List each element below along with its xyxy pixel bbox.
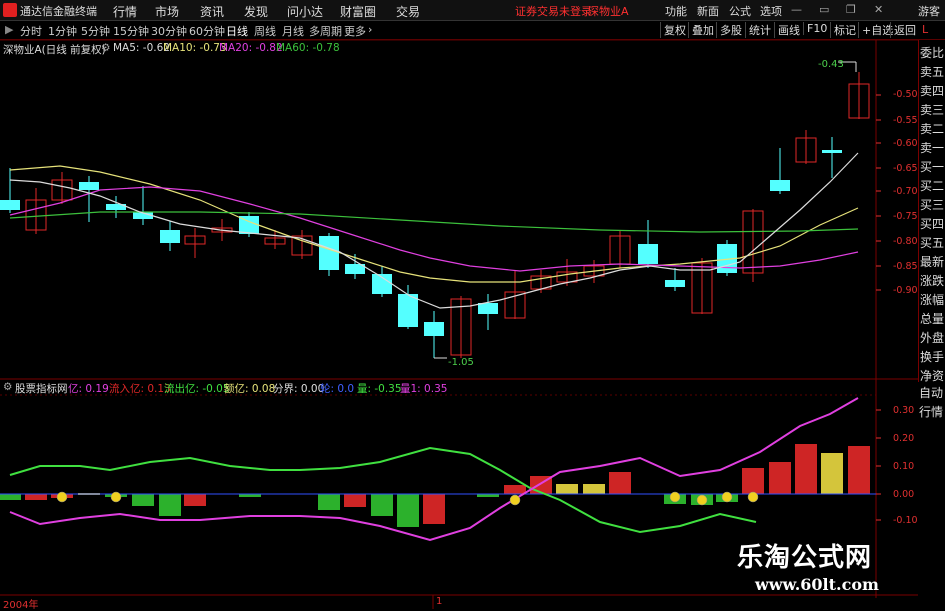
signal-smiley-icon [669,491,681,503]
side-item[interactable]: 买五 [919,234,945,253]
flow-bar [769,462,791,494]
flow-bar [184,494,206,506]
yi-value: 亿: 0.19 [68,383,109,395]
candle-body [424,322,444,336]
price-tick: -0.80 [893,236,918,247]
flow-bar [556,484,578,494]
side-item[interactable]: 买一 [919,158,945,177]
side-item[interactable]: 卖三 [919,101,945,120]
watermark-name: 乐淘公式网 [737,543,873,573]
volume1-value: 量1: 0.35 [400,383,448,395]
price-tick: -0.75 [893,211,918,222]
signal-smiley-icon [110,491,122,503]
low-annotation: -1.05 [448,357,474,368]
side-item[interactable]: 外盘 [919,329,945,348]
side-item[interactable]: 涨跌 [919,272,945,291]
flow-bar [318,494,340,510]
indicator-icon[interactable]: ⚙ [3,381,12,393]
flow-bar [609,472,631,494]
flow-bar [583,484,605,494]
candle-body [160,230,180,243]
candle-body [398,294,418,327]
ind-tick: -0.10 [893,515,918,526]
volume-value: 量: -0.35 [357,383,402,395]
outflow-value: 流出亿: -0.05 [164,383,230,395]
side-item[interactable]: 卖一 [919,139,945,158]
signal-smiley-icon [696,494,708,506]
flow-bar [0,494,21,500]
side-item[interactable]: 涨幅 [919,291,945,310]
candle-body [319,236,339,270]
boundary-value: 分界: 0.00 [273,383,325,395]
candle-body [478,303,498,314]
price-tick: -0.50 [893,89,918,100]
side-item[interactable]: 换手 [919,348,945,367]
price-tick: -0.90 [893,285,918,296]
time-marker: 1 [436,596,443,607]
candle-body [79,182,99,190]
flow-bar [504,485,526,494]
ma5-line [9,152,859,309]
price-tick: -0.55 [893,115,918,126]
quote-item[interactable]: 行情 [918,403,945,422]
flow-bar [25,494,47,500]
flow-bar [159,494,181,516]
signal-smiley-icon [747,491,759,503]
side-item[interactable]: 买二 [919,177,945,196]
flow-bar [848,446,870,494]
ind-tick: 0.30 [893,405,915,416]
candle-body [638,244,658,264]
flow-bar [742,468,764,494]
signal-smiley-icon [56,491,68,503]
side-item[interactable]: 总量 [919,310,945,329]
candle-body [665,280,685,287]
ind-tick: 0.10 [893,461,915,472]
price-tick: -0.70 [893,186,918,197]
candle-body [770,180,790,191]
side-item[interactable]: 委比 [919,44,945,63]
price-tick: -0.60 [893,138,918,149]
price-tick: -0.85 [893,261,918,272]
side-item[interactable]: 买四 [919,215,945,234]
amount-value: 额亿: 0.08 [224,383,276,395]
watermark-url: www.60lt.com [755,575,879,594]
flow-bar [795,444,817,494]
side-item[interactable]: 卖四 [919,82,945,101]
ind-tick: 0.00 [893,489,915,500]
flow-bar [423,494,445,524]
signal-smiley-icon [509,494,521,506]
side-item[interactable]: 卖五 [919,63,945,82]
flow-bar [344,494,366,507]
candle-body [822,150,842,153]
signal-smiley-icon [721,491,733,503]
flow-bar [371,494,393,516]
price-tick: -0.65 [893,163,918,174]
side-item[interactable]: 卖二 [919,120,945,139]
flow-bar [821,453,843,494]
watermark: 乐淘公式网 www.60lt.com [737,537,912,597]
ind-tick: 0.20 [893,433,915,444]
flow-bar [132,494,154,506]
side-item[interactable]: 买三 [919,196,945,215]
side-item[interactable]: 最新 [919,253,945,272]
wheel-value: 轮: 0.0 [320,383,355,395]
high-annotation: -0.43 [818,59,844,70]
quote-side-menu: 委比 卖五 卖四 卖三 卖二 卖一 买一 买二 买三 买四 买五 最新 涨跌 涨… [918,40,945,383]
auto-item[interactable]: 自动 [918,384,945,403]
inflow-value: 流入亿: 0.13 [109,383,171,395]
kline-chart[interactable] [0,0,945,609]
candle-body [0,200,20,210]
auto-menu: 自动 行情 [918,384,945,422]
flow-bar [397,494,419,527]
indicator-name: 股票指标网 [15,383,68,395]
